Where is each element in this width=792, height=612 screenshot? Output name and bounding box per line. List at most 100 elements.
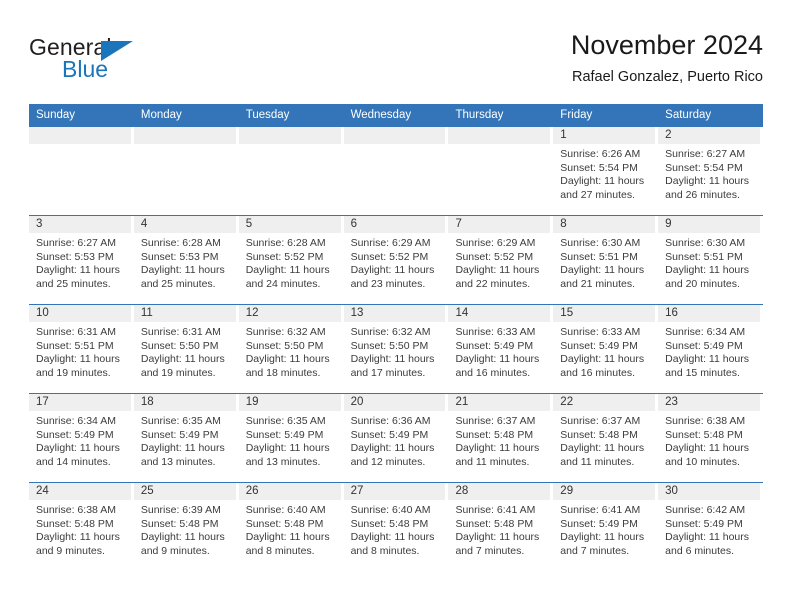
calendar-day-cell[interactable]: 5 Sunrise: 6:28 AM Sunset: 5:52 PM Dayli… xyxy=(238,216,344,304)
sunrise-text: Sunrise: 6:41 AM xyxy=(455,504,536,516)
daylight-text: Daylight: 11 hours and 25 minutes. xyxy=(140,264,225,290)
day-number: 5 xyxy=(238,216,341,233)
calendar-day-cell[interactable]: 21 Sunrise: 6:37 AM Sunset: 5:48 PM Dayl… xyxy=(448,394,553,482)
day-details: Sunrise: 6:33 AM Sunset: 5:49 PM Dayligh… xyxy=(448,322,550,380)
sunset-text: Sunset: 5:48 PM xyxy=(455,517,534,530)
sunrise-text: Sunrise: 6:41 AM xyxy=(560,504,641,516)
day-details: Sunrise: 6:29 AM Sunset: 5:52 PM Dayligh… xyxy=(344,233,446,291)
day-details: Sunrise: 6:35 AM Sunset: 5:49 PM Dayligh… xyxy=(134,411,236,469)
calendar-day-cell[interactable]: 7 Sunrise: 6:29 AM Sunset: 5:52 PM Dayli… xyxy=(448,216,553,304)
day-number: 17 xyxy=(29,394,131,411)
day-number: 7 xyxy=(448,216,551,233)
sunrise-text: Sunrise: 6:27 AM xyxy=(36,237,116,249)
calendar-day-cell[interactable]: 19 Sunrise: 6:35 AM Sunset: 5:49 PM Dayl… xyxy=(238,394,344,482)
daylight-text: Daylight: 11 hours and 11 minutes. xyxy=(560,442,645,468)
sunrise-text: Sunrise: 6:33 AM xyxy=(455,326,536,338)
daylight-text: Daylight: 11 hours and 22 minutes. xyxy=(455,264,540,290)
calendar-day-cell[interactable]: 13 Sunrise: 6:32 AM Sunset: 5:50 PM Dayl… xyxy=(343,305,449,393)
calendar-day-cell[interactable]: 16 Sunrise: 6:34 AM Sunset: 5:49 PM Dayl… xyxy=(658,305,763,393)
calendar-day-cell[interactable] xyxy=(29,127,134,215)
calendar-day-cell[interactable]: 23 Sunrise: 6:38 AM Sunset: 5:48 PM Dayl… xyxy=(658,394,763,482)
calendar-day-cell[interactable]: 29 Sunrise: 6:41 AM Sunset: 5:49 PM Dayl… xyxy=(553,483,658,571)
day-number: 15 xyxy=(553,305,656,322)
daylight-text: Daylight: 11 hours and 25 minutes. xyxy=(36,264,120,290)
daylight-text: Daylight: 11 hours and 8 minutes. xyxy=(350,531,435,557)
day-details xyxy=(239,144,341,148)
calendar-day-cell[interactable] xyxy=(133,127,239,215)
calendar-day-cell[interactable] xyxy=(448,127,553,215)
weekday-thursday: Thursday xyxy=(455,109,504,121)
calendar-day-cell[interactable]: 8 Sunrise: 6:30 AM Sunset: 5:51 PM Dayli… xyxy=(553,216,658,304)
daylight-text: Daylight: 11 hours and 14 minutes. xyxy=(36,442,120,468)
sunset-text: Sunset: 5:48 PM xyxy=(665,428,743,441)
day-details xyxy=(29,144,131,148)
day-number: 22 xyxy=(553,394,656,411)
page-title: November 2024 xyxy=(570,30,763,60)
sunset-text: Sunset: 5:49 PM xyxy=(140,428,219,441)
calendar-day-cell[interactable]: 3 Sunrise: 6:27 AM Sunset: 5:53 PM Dayli… xyxy=(29,216,134,304)
sunset-text: Sunset: 5:48 PM xyxy=(140,517,219,530)
weekday-sunday: Sunday xyxy=(36,109,76,121)
day-number: 14 xyxy=(448,305,551,322)
calendar-grid: Sunday Monday Tuesday Wednesday Thursday… xyxy=(29,104,763,571)
daylight-text: Daylight: 11 hours and 10 minutes. xyxy=(665,442,750,468)
sunrise-text: Sunrise: 6:38 AM xyxy=(36,504,116,516)
sunrise-text: Sunrise: 6:35 AM xyxy=(245,415,326,427)
daylight-text: Daylight: 11 hours and 7 minutes. xyxy=(560,531,645,557)
day-details: Sunrise: 6:38 AM Sunset: 5:48 PM Dayligh… xyxy=(658,411,760,469)
sunrise-text: Sunrise: 6:28 AM xyxy=(140,237,221,249)
calendar-day-cell[interactable]: 9 Sunrise: 6:30 AM Sunset: 5:51 PM Dayli… xyxy=(658,216,763,304)
calendar-day-cell[interactable]: 24 Sunrise: 6:38 AM Sunset: 5:48 PM Dayl… xyxy=(29,483,134,571)
calendar-day-cell[interactable]: 4 Sunrise: 6:28 AM Sunset: 5:53 PM Dayli… xyxy=(133,216,239,304)
day-number: 29 xyxy=(553,483,656,500)
calendar-day-cell[interactable]: 27 Sunrise: 6:40 AM Sunset: 5:48 PM Dayl… xyxy=(343,483,449,571)
calendar-day-cell[interactable]: 14 Sunrise: 6:33 AM Sunset: 5:49 PM Dayl… xyxy=(448,305,553,393)
calendar-day-cell[interactable] xyxy=(343,127,449,215)
sunrise-text: Sunrise: 6:30 AM xyxy=(665,237,746,249)
calendar-day-cell[interactable]: 11 Sunrise: 6:31 AM Sunset: 5:50 PM Dayl… xyxy=(133,305,239,393)
calendar-week-row: 1 Sunrise: 6:26 AM Sunset: 5:54 PM Dayli… xyxy=(29,126,763,215)
sunset-text: Sunset: 5:49 PM xyxy=(665,339,743,352)
day-details: Sunrise: 6:41 AM Sunset: 5:48 PM Dayligh… xyxy=(448,500,550,558)
sunrise-text: Sunrise: 6:32 AM xyxy=(350,326,431,338)
calendar-day-cell[interactable]: 30 Sunrise: 6:42 AM Sunset: 5:49 PM Dayl… xyxy=(658,483,763,571)
day-number: 4 xyxy=(133,216,236,233)
calendar-day-cell[interactable]: 17 Sunrise: 6:34 AM Sunset: 5:49 PM Dayl… xyxy=(29,394,134,482)
day-details: Sunrise: 6:27 AM Sunset: 5:53 PM Dayligh… xyxy=(29,233,131,291)
calendar-day-cell[interactable]: 6 Sunrise: 6:29 AM Sunset: 5:52 PM Dayli… xyxy=(343,216,449,304)
sunset-text: Sunset: 5:49 PM xyxy=(245,428,324,441)
day-details: Sunrise: 6:34 AM Sunset: 5:49 PM Dayligh… xyxy=(658,322,760,380)
calendar-day-cell[interactable]: 1 Sunrise: 6:26 AM Sunset: 5:54 PM Dayli… xyxy=(553,127,658,215)
sunset-text: Sunset: 5:49 PM xyxy=(665,517,743,530)
calendar-day-cell[interactable]: 15 Sunrise: 6:33 AM Sunset: 5:49 PM Dayl… xyxy=(553,305,658,393)
calendar-day-cell[interactable]: 28 Sunrise: 6:41 AM Sunset: 5:48 PM Dayl… xyxy=(448,483,553,571)
day-number: 11 xyxy=(133,305,236,322)
day-number: 12 xyxy=(238,305,341,322)
calendar-day-cell[interactable]: 18 Sunrise: 6:35 AM Sunset: 5:49 PM Dayl… xyxy=(133,394,239,482)
day-details: Sunrise: 6:41 AM Sunset: 5:49 PM Dayligh… xyxy=(553,500,655,558)
calendar-day-cell[interactable]: 25 Sunrise: 6:39 AM Sunset: 5:48 PM Dayl… xyxy=(133,483,239,571)
day-number: 9 xyxy=(658,216,761,233)
daylight-text: Daylight: 11 hours and 8 minutes. xyxy=(245,531,330,557)
daylight-text: Daylight: 11 hours and 20 minutes. xyxy=(665,264,750,290)
day-details: Sunrise: 6:28 AM Sunset: 5:52 PM Dayligh… xyxy=(239,233,341,291)
day-number: 18 xyxy=(133,394,236,411)
sunset-text: Sunset: 5:48 PM xyxy=(36,517,114,530)
calendar-day-cell[interactable]: 10 Sunrise: 6:31 AM Sunset: 5:51 PM Dayl… xyxy=(29,305,134,393)
calendar-day-cell[interactable]: 22 Sunrise: 6:37 AM Sunset: 5:48 PM Dayl… xyxy=(553,394,658,482)
calendar-day-cell[interactable]: 20 Sunrise: 6:36 AM Sunset: 5:49 PM Dayl… xyxy=(343,394,449,482)
day-number: 23 xyxy=(658,394,761,411)
calendar-day-cell[interactable]: 12 Sunrise: 6:32 AM Sunset: 5:50 PM Dayl… xyxy=(238,305,344,393)
sunset-text: Sunset: 5:48 PM xyxy=(455,428,534,441)
sunset-text: Sunset: 5:54 PM xyxy=(560,161,638,174)
sunrise-text: Sunrise: 6:32 AM xyxy=(245,326,326,338)
sunrise-text: Sunrise: 6:28 AM xyxy=(245,237,326,249)
day-number xyxy=(238,127,341,144)
calendar-day-cell[interactable]: 26 Sunrise: 6:40 AM Sunset: 5:48 PM Dayl… xyxy=(238,483,344,571)
sunrise-text: Sunrise: 6:29 AM xyxy=(350,237,431,249)
calendar-day-cell[interactable] xyxy=(238,127,344,215)
day-details: Sunrise: 6:42 AM Sunset: 5:49 PM Dayligh… xyxy=(658,500,760,558)
calendar-day-cell[interactable]: 2 Sunrise: 6:27 AM Sunset: 5:54 PM Dayli… xyxy=(658,127,763,215)
sunset-text: Sunset: 5:52 PM xyxy=(455,250,534,263)
daylight-text: Daylight: 11 hours and 17 minutes. xyxy=(350,353,435,379)
